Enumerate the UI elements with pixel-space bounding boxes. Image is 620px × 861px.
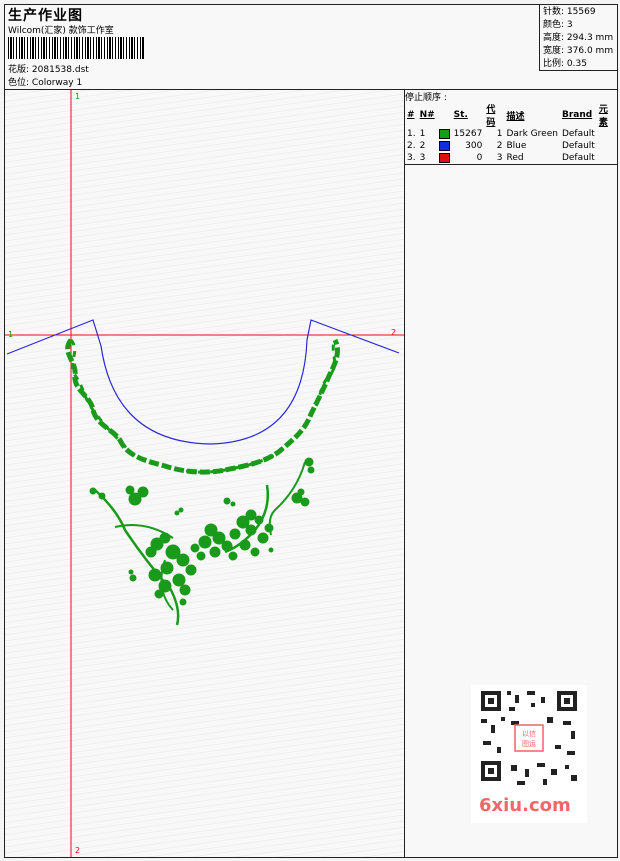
- colorway-label: 色位:: [8, 78, 30, 88]
- row-code: 2: [496, 141, 503, 151]
- table-row: 1. 1 15267 1 Dark Green Default: [405, 128, 617, 140]
- floral-motif: [89, 457, 315, 626]
- row-needle: 3: [419, 153, 426, 163]
- qr-stamp-text-top: 以信: [522, 729, 536, 738]
- row-swatch: [437, 128, 452, 140]
- table-header: # N# St. 代码 描述 Brand 元素: [405, 102, 617, 128]
- col-index: #: [407, 110, 415, 120]
- row-brand: Default: [561, 129, 595, 139]
- colorway-row: 色位: Colorway 1: [8, 75, 82, 88]
- row-element: [597, 128, 617, 140]
- color-swatch: [438, 128, 450, 139]
- row-swatch: [437, 152, 452, 165]
- stats-panel: 针数: 15569 颜色: 3 高度: 294.3 mm 宽度: 376.0 m…: [539, 5, 617, 71]
- axis-right-label: 2: [391, 328, 397, 337]
- stat-colors: 颜色: 3: [543, 20, 573, 30]
- axis-left-label: 1: [8, 330, 14, 339]
- table-row: 3. 3 0 3 Red Default: [405, 152, 617, 165]
- row-desc: Blue: [506, 141, 527, 151]
- row-needle: 1: [419, 129, 426, 139]
- qr-code-image: 以信 图运: [471, 685, 587, 795]
- header: 生产作业图 Wilcom(汇家) 款饰工作室 花版: 2081538.dst 色…: [5, 5, 617, 90]
- axis-top-label: 1: [75, 92, 81, 101]
- row-stitches: 300: [465, 141, 483, 151]
- col-brand: Brand: [561, 110, 593, 120]
- color-swatch: [438, 152, 450, 163]
- qr-stamp-text-bottom: 图运: [522, 740, 536, 748]
- col-code: 代码: [486, 105, 496, 128]
- row-desc: Dark Green: [506, 129, 558, 139]
- col-element: 元素: [598, 105, 608, 128]
- stat-width: 宽度: 376.0 mm: [543, 46, 614, 56]
- colorway-value: Colorway 1: [31, 78, 83, 88]
- row-brand: Default: [561, 141, 595, 151]
- embroidery-drawing: [5, 90, 404, 857]
- barcode: [8, 37, 144, 59]
- row-brand: Default: [561, 153, 595, 163]
- neckline-chain-braid: [69, 339, 337, 474]
- design-file-row: 花版: 2081538.dst: [8, 62, 89, 75]
- stat-height: 高度: 294.3 mm: [543, 33, 614, 43]
- stop-sequence-table: # N# St. 代码 描述 Brand 元素 1. 1 15267 1 Dark Gr…: [405, 102, 617, 165]
- table-row: 2. 2 300 2 Blue Default: [405, 140, 617, 152]
- col-stitches: St.: [453, 110, 468, 120]
- row-needle: 2: [419, 141, 426, 151]
- design-preview: 1 1 2 2: [5, 90, 405, 857]
- production-sheet: 生产作业图 Wilcom(汇家) 款饰工作室 花版: 2081538.dst 色…: [4, 4, 618, 858]
- row-desc: Red: [506, 153, 524, 163]
- design-label: 花版:: [8, 65, 30, 75]
- row-index: 2.: [407, 141, 416, 151]
- row-index: 1.: [407, 129, 416, 139]
- neckline-outline: [6, 319, 400, 445]
- row-element: [597, 152, 617, 165]
- stat-scale: 比例: 0.35: [543, 59, 587, 69]
- row-element: [597, 140, 617, 152]
- row-stitches: 15267: [453, 129, 483, 139]
- col-needle: N#: [419, 110, 435, 120]
- studio-name: Wilcom(汇家) 款饰工作室: [8, 26, 114, 36]
- row-swatch: [437, 140, 452, 152]
- design-file: 2081538.dst: [31, 65, 89, 75]
- col-desc: 描述: [506, 111, 525, 122]
- watermark-site: 6xiu.com: [479, 795, 571, 816]
- row-code: 1: [496, 129, 503, 139]
- neckline-chain: [65, 338, 340, 475]
- axis-bottom-label: 2: [75, 846, 81, 855]
- row-stitches: 0: [476, 153, 483, 163]
- color-swatch: [438, 140, 450, 151]
- stat-stitches: 针数: 15569: [543, 7, 596, 17]
- row-code: 3: [496, 153, 503, 163]
- row-index: 3.: [407, 153, 416, 163]
- page-title: 生产作业图: [8, 8, 83, 24]
